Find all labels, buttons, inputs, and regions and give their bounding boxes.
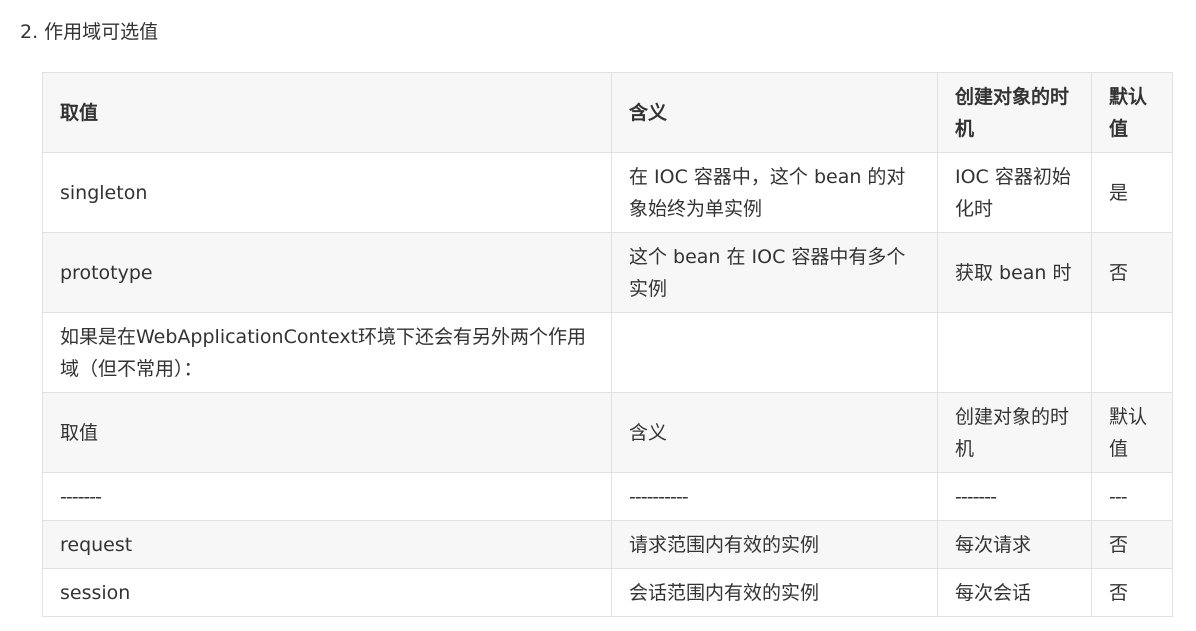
table-header-row: 取值 含义 创建对象的时机 默认值 (42, 72, 1173, 153)
table-cell: 创建对象的时机 (937, 392, 1092, 473)
table-row: 如果是在WebApplicationContext环境下还会有另外两个作用域（但… (42, 312, 1173, 393)
table-cell: 这个 bean 在 IOC 容器中有多个实例 (611, 232, 938, 313)
table-cell (1091, 312, 1173, 393)
table-cell: 默认值 (1091, 392, 1173, 473)
heading-text: 作用域可选值 (44, 21, 159, 43)
heading-number: 2. (20, 21, 39, 43)
scope-values-table: 取值 含义 创建对象的时机 默认值 singleton 在 IOC 容器中，这个… (42, 72, 1173, 617)
section-heading: 2. 作用域可选值 (20, 18, 158, 46)
table-cell: 获取 bean 时 (937, 232, 1092, 313)
table-cell: 是 (1091, 152, 1173, 233)
column-header-meaning: 含义 (611, 72, 938, 153)
table-row: 取值 含义 创建对象的时机 默认值 (42, 392, 1173, 473)
table-row: ------- ---------- ------- --- (42, 472, 1173, 521)
table-row: request 请求范围内有效的实例 每次请求 否 (42, 520, 1173, 569)
table-cell: session (42, 568, 612, 617)
table-cell: 含义 (611, 392, 938, 473)
table-cell: prototype (42, 232, 612, 313)
table-cell (611, 312, 938, 393)
table-cell: singleton (42, 152, 612, 233)
table-row: prototype 这个 bean 在 IOC 容器中有多个实例 获取 bean… (42, 232, 1173, 313)
column-header-default: 默认值 (1091, 72, 1173, 153)
table-cell: 如果是在WebApplicationContext环境下还会有另外两个作用域（但… (42, 312, 612, 393)
table-cell: 每次请求 (937, 520, 1092, 569)
table-cell: ---------- (611, 472, 938, 521)
table-cell: 在 IOC 容器中，这个 bean 的对象始终为单实例 (611, 152, 938, 233)
table-cell: ------- (42, 472, 612, 521)
column-header-creation-time: 创建对象的时机 (937, 72, 1092, 153)
table-cell: IOC 容器初始化时 (937, 152, 1092, 233)
table-cell: ------- (937, 472, 1092, 521)
table-cell: 会话范围内有效的实例 (611, 568, 938, 617)
table-cell: 否 (1091, 232, 1173, 313)
table-cell: 每次会话 (937, 568, 1092, 617)
table-cell: 否 (1091, 520, 1173, 569)
table-cell: 取值 (42, 392, 612, 473)
table-cell: 否 (1091, 568, 1173, 617)
table-cell: 请求范围内有效的实例 (611, 520, 938, 569)
table-row: singleton 在 IOC 容器中，这个 bean 的对象始终为单实例 IO… (42, 152, 1173, 233)
column-header-value: 取值 (42, 72, 612, 153)
table-cell: --- (1091, 472, 1173, 521)
table-row: session 会话范围内有效的实例 每次会话 否 (42, 568, 1173, 617)
table-cell (937, 312, 1092, 393)
table-cell: request (42, 520, 612, 569)
